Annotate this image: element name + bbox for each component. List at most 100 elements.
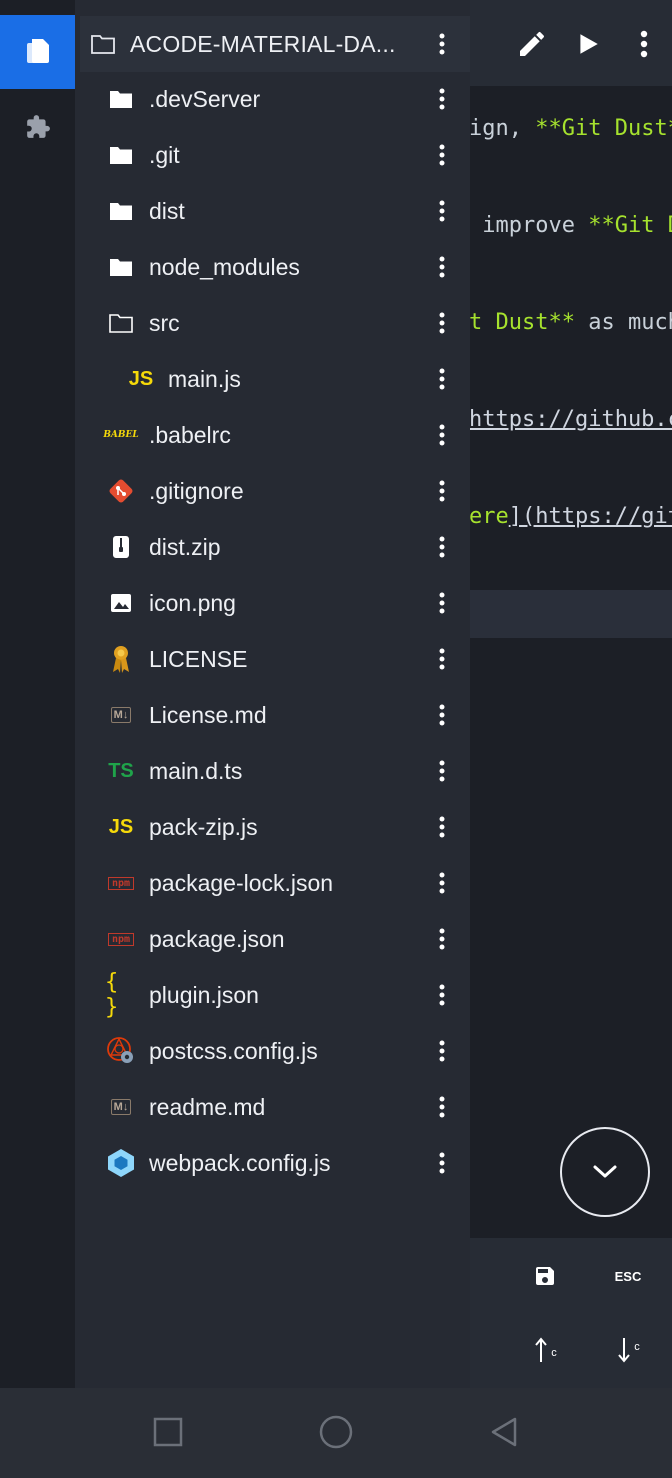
project-menu-button[interactable]: [430, 16, 454, 72]
shift-up-button[interactable]: c: [505, 1320, 585, 1380]
tree-item-folder[interactable]: .git: [75, 127, 470, 183]
tree-item-file[interactable]: M↓ readme.md: [75, 1079, 470, 1135]
code-line: t Dust** as much: [469, 310, 672, 335]
folder-icon: [105, 251, 137, 283]
tree-item-file[interactable]: webpack.config.js: [75, 1135, 470, 1191]
item-menu-button[interactable]: [430, 575, 454, 631]
tree-item-file[interactable]: TS main.d.ts: [75, 743, 470, 799]
files-tab[interactable]: [0, 15, 75, 89]
run-button[interactable]: [560, 16, 616, 72]
item-menu-button[interactable]: [430, 631, 454, 687]
scroll-down-button[interactable]: [560, 1127, 650, 1217]
item-menu-button[interactable]: [430, 1023, 454, 1079]
escape-key-label: ESC: [614, 1268, 642, 1284]
item-menu-button[interactable]: [430, 127, 454, 183]
more-vert-icon: [439, 33, 445, 55]
recents-button[interactable]: [138, 1404, 198, 1460]
typescript-file-icon: TS: [108, 759, 134, 782]
tree-item-file[interactable]: JS pack-zip.js: [75, 799, 470, 855]
more-vert-icon: [439, 144, 445, 166]
code-line: ere](https://git: [469, 504, 672, 529]
item-menu-button[interactable]: [430, 407, 454, 463]
code-line: https://github.c: [469, 407, 672, 432]
triangle-back-icon: [491, 1417, 517, 1447]
babel-file-icon: BABEL: [103, 430, 139, 440]
more-options-button[interactable]: [616, 16, 672, 72]
project-header[interactable]: ACODE-MATERIAL-DA...: [80, 16, 470, 72]
tree-item-label: main.d.ts: [149, 757, 243, 784]
tree-item-file[interactable]: postcss.config.js: [75, 1023, 470, 1079]
postcss-file-icon: [105, 1035, 137, 1067]
more-vert-icon: [439, 760, 445, 782]
activity-rail: [0, 0, 75, 1388]
item-menu-button[interactable]: [430, 463, 454, 519]
tree-item-label: icon.png: [149, 589, 236, 616]
tree-item-file[interactable]: npm package.json: [75, 911, 470, 967]
tree-item-file[interactable]: npm package-lock.json: [75, 855, 470, 911]
folder-open-icon: [105, 307, 137, 339]
item-menu-button[interactable]: [430, 743, 454, 799]
item-menu-button[interactable]: [430, 239, 454, 295]
back-button[interactable]: [474, 1404, 534, 1460]
puzzle-icon: [26, 115, 50, 138]
more-vert-icon: [439, 312, 445, 334]
item-menu-button[interactable]: [430, 855, 454, 911]
item-menu-button[interactable]: [430, 519, 454, 575]
folder-icon: [105, 139, 137, 171]
shift-down-button[interactable]: c: [588, 1320, 668, 1380]
item-menu-button[interactable]: [430, 687, 454, 743]
more-vert-icon: [439, 1152, 445, 1174]
tree-item-folder[interactable]: .devServer: [75, 71, 470, 127]
more-vert-icon: [439, 592, 445, 614]
tree-item-file[interactable]: LICENSE: [75, 631, 470, 687]
tree-item-file[interactable]: JS main.js: [75, 351, 470, 407]
edit-button[interactable]: [504, 16, 560, 72]
tree-item-file[interactable]: BABEL .babelrc: [75, 407, 470, 463]
circle-icon: [319, 1415, 353, 1449]
tree-item-label: node_modules: [149, 253, 300, 280]
npm-file-icon: npm: [105, 867, 137, 899]
tree-item-folder-open[interactable]: src: [75, 295, 470, 351]
shift-up-label: c: [551, 1347, 557, 1359]
tree-item-file[interactable]: icon.png: [75, 575, 470, 631]
tree-item-folder[interactable]: dist: [75, 183, 470, 239]
more-vert-icon: [439, 1096, 445, 1118]
tree-item-label: package-lock.json: [149, 869, 334, 896]
item-menu-button[interactable]: [430, 295, 454, 351]
chevron-down-icon: [593, 1165, 617, 1178]
more-vert-icon: [439, 648, 445, 670]
item-menu-button[interactable]: [430, 183, 454, 239]
more-vert-icon: [439, 88, 445, 110]
escape-key-button[interactable]: ESC: [588, 1246, 668, 1306]
json-file-icon: { }: [105, 970, 119, 1020]
more-vert-icon: [439, 200, 445, 222]
project-title: ACODE-MATERIAL-DA...: [130, 30, 396, 57]
tree-item-file[interactable]: dist.zip: [75, 519, 470, 575]
tree-item-label: webpack.config.js: [149, 1149, 331, 1176]
files-icon: [26, 39, 49, 63]
more-vert-icon: [640, 30, 648, 58]
tree-item-file[interactable]: .gitignore: [75, 463, 470, 519]
item-menu-button[interactable]: [430, 1135, 454, 1191]
tree-item-file[interactable]: M↓ License.md: [75, 687, 470, 743]
item-menu-button[interactable]: [430, 911, 454, 967]
tree-item-folder[interactable]: node_modules: [75, 239, 470, 295]
item-menu-button[interactable]: [430, 967, 454, 1023]
javascript-file-icon: JS: [108, 815, 134, 838]
extensions-tab[interactable]: [0, 90, 75, 164]
more-vert-icon: [439, 872, 445, 894]
square-icon: [153, 1417, 183, 1447]
home-button[interactable]: [306, 1404, 366, 1460]
play-icon: [580, 34, 598, 54]
tree-item-label: src: [149, 309, 180, 336]
item-menu-button[interactable]: [430, 799, 454, 855]
more-vert-icon: [439, 704, 445, 726]
tree-item-file[interactable]: { } plugin.json: [75, 967, 470, 1023]
tree-item-label: LICENSE: [149, 645, 248, 672]
item-menu-button[interactable]: [430, 71, 454, 127]
more-vert-icon: [439, 536, 445, 558]
save-icon: [536, 1267, 554, 1285]
item-menu-button[interactable]: [430, 351, 454, 407]
save-button[interactable]: [505, 1246, 585, 1306]
item-menu-button[interactable]: [430, 1079, 454, 1135]
